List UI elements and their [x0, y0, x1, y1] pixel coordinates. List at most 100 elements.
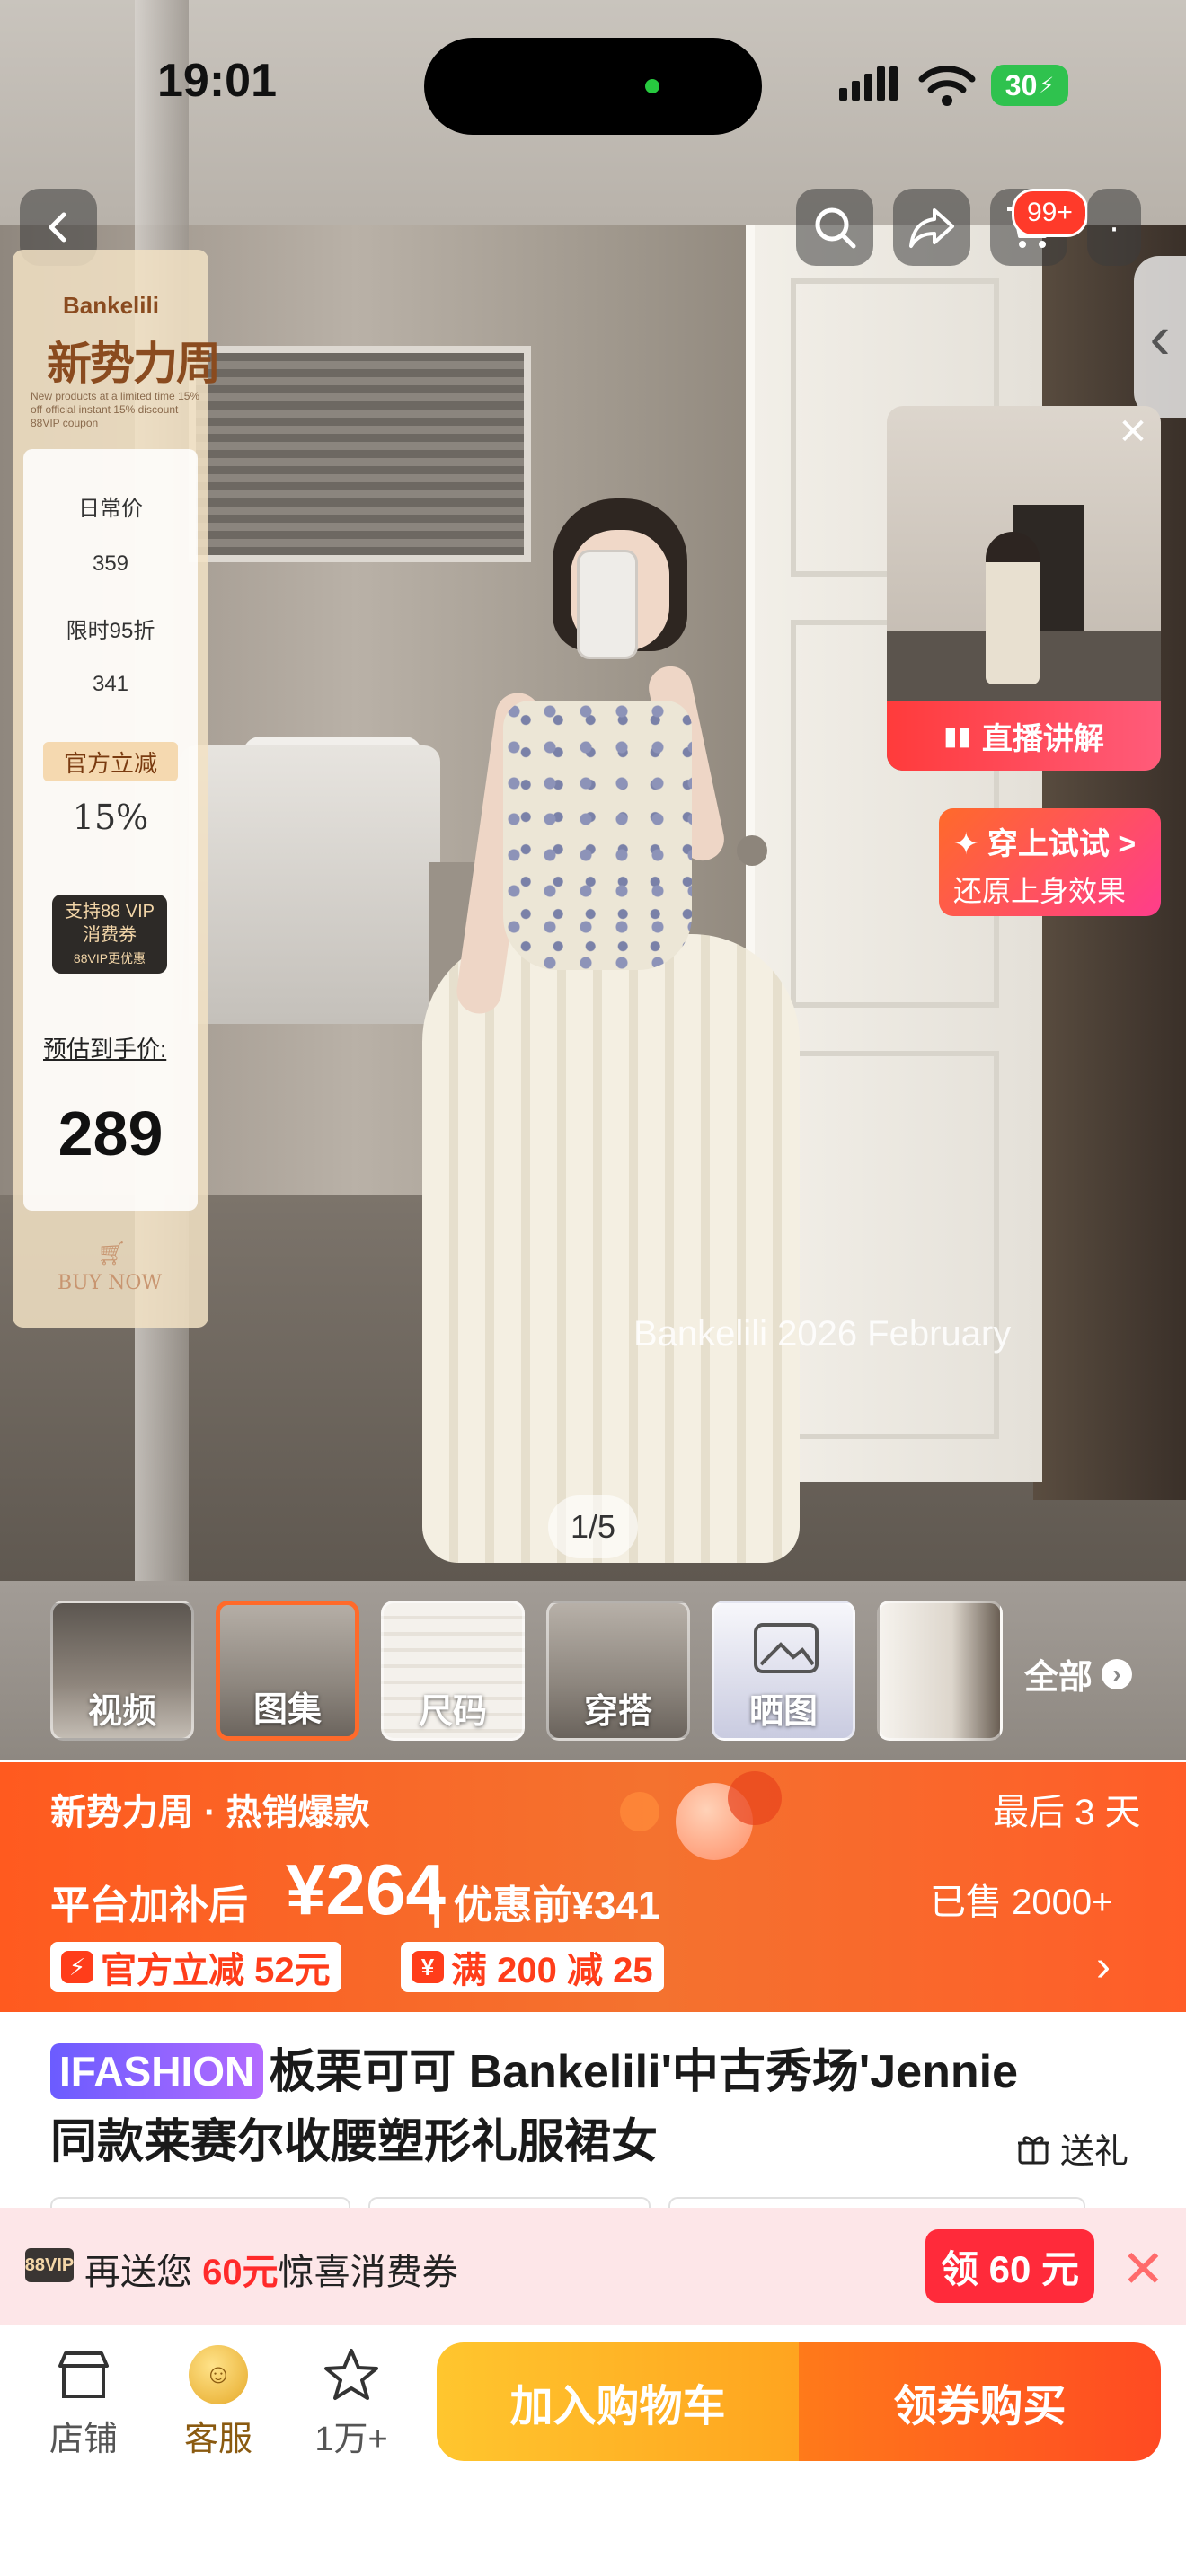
vip-text-post: 惊喜消费券: [278, 2253, 458, 2292]
limited-price-value: 341: [92, 672, 129, 696]
dynamic-island: [424, 38, 762, 135]
photo-bed: [180, 745, 440, 1024]
chip-label: 官方立减 52元: [101, 1951, 331, 1990]
search-button[interactable]: [796, 189, 873, 266]
gift-button[interactable]: 送礼: [1015, 2123, 1128, 2173]
photo-phone: [577, 550, 638, 659]
vip-logo: 88VIP: [25, 2248, 74, 2282]
daily-price-value: 359: [92, 551, 129, 576]
try-on-button[interactable]: ✦ 穿上试试 > 还原上身效果: [939, 808, 1161, 916]
chevron-left-icon: [49, 212, 66, 243]
share-button[interactable]: [893, 189, 970, 266]
claim-coupon-button[interactable]: 领 60 元: [925, 2229, 1094, 2303]
limited-discount-label: 限时95折: [66, 619, 155, 643]
gift-icon: [1018, 2136, 1049, 2164]
photo-window: [189, 346, 531, 562]
decor-ball: [728, 1771, 782, 1825]
estimated-price-label: 预估到手价:: [43, 1036, 167, 1063]
sold-count: 已售 2000+: [930, 1883, 1113, 1922]
thumb-label: 尺码: [418, 1693, 487, 1731]
photo-watermark: Bankelili 2026 February: [633, 1314, 1012, 1354]
cart-icon: 🛒︎: [97, 1239, 128, 1266]
try-on-title: ✦ 穿上试试 >: [953, 827, 1137, 861]
ifashion-tag: IFASHION: [50, 2043, 264, 2099]
chevron-right-icon: ›: [1102, 1658, 1133, 1689]
thumb-outfit[interactable]: 穿搭: [546, 1601, 690, 1741]
thumb-extra[interactable]: [877, 1601, 1003, 1741]
chip-label: 满 200 减 25: [451, 1951, 653, 1990]
vip-banner-text: 再送您 60元惊喜消费券: [84, 2243, 458, 2295]
try-on-subtitle: 还原上身效果: [953, 875, 1127, 907]
buy-with-coupon-button[interactable]: 领券购买: [799, 2342, 1161, 2461]
live-explain-bar: ▮▮ 直播讲解: [887, 701, 1161, 771]
close-icon[interactable]: ✕: [1121, 2238, 1165, 2299]
add-to-cart-button[interactable]: 加入购物车: [437, 2342, 799, 2461]
wifi-icon: [918, 65, 976, 112]
side-drawer-handle[interactable]: ‹: [1134, 256, 1186, 418]
favorite-button[interactable]: 1万+: [293, 2339, 410, 2460]
promo-price-label: 平台加补后: [50, 1883, 248, 1928]
official-cut-label: 官方立减: [43, 742, 178, 781]
thumb-label: 穿搭: [583, 1693, 652, 1731]
campaign-title: 新势力周: [47, 337, 221, 390]
live-bars-icon: ▮▮: [943, 721, 971, 750]
share-icon: [909, 208, 954, 248]
vip-amount: 60元: [202, 2253, 279, 2292]
estimated-price-value: 289: [58, 1098, 164, 1169]
battery-icon: 30 ⚡: [991, 65, 1068, 106]
gift-label: 送礼: [1060, 2133, 1129, 2171]
more-dots-icon: ·: [1108, 207, 1120, 247]
coupon-icon: ¥: [412, 1951, 444, 1983]
view-all-link[interactable]: 全部 ›: [1024, 1649, 1133, 1698]
close-live-icon[interactable]: ✕: [1111, 410, 1155, 454]
favorite-count: 1万+: [314, 2421, 388, 2458]
cellular-signal-icon: [839, 66, 898, 101]
brand-logo: Bankelili: [63, 292, 159, 319]
official-discount-chip: ⚡ 官方立减 52元: [50, 1942, 341, 1992]
photo-door-knob: [737, 835, 767, 866]
campaign-fine-print: New products at a limited time 15% off o…: [31, 390, 200, 429]
buy-now-link[interactable]: BUY NOW: [56, 1272, 164, 1294]
vip-coupon-chip: 支持88 VIP 消费券 88VIP更优惠: [52, 895, 167, 974]
thumb-label: 晒图: [748, 1693, 818, 1731]
lightning-icon: ⚡: [61, 1951, 93, 1983]
store-label: 店铺: [49, 2421, 118, 2458]
customer-service-button[interactable]: ☺ 客服: [160, 2339, 277, 2460]
promo-title: 新势力周 · 热销爆款: [50, 1793, 370, 1832]
vip-chip-line1: 支持88 VIP: [64, 902, 155, 922]
camera-indicator-icon: [645, 79, 659, 93]
vip-text-pre: 再送您: [84, 2253, 203, 2292]
daily-price-label: 日常价: [78, 497, 143, 521]
search-icon: [815, 207, 856, 249]
thumb-label: 视频: [87, 1693, 156, 1731]
store-icon: [25, 2339, 142, 2411]
chevron-right-icon[interactable]: ›: [1096, 1942, 1111, 1991]
vip-chip-line3: 88VIP更优惠: [73, 951, 146, 966]
photo-dress-skirt: [422, 934, 800, 1563]
promo-days-left: 最后 3 天: [993, 1793, 1141, 1832]
live-explain-label: 直播讲解: [981, 721, 1104, 756]
promo-price: ¥264: [286, 1849, 446, 1929]
thumb-size[interactable]: 尺码: [381, 1601, 525, 1741]
product-title: IFASHION 板栗可可 Bankelili'中古秀场'Jennie同款莱赛尔收…: [50, 2037, 1057, 2177]
live-stream-card[interactable]: ▮▮ 直播讲解: [887, 406, 1161, 771]
chevron-left-icon: ‹: [1149, 302, 1171, 372]
customer-service-label: 客服: [183, 2421, 252, 2458]
cta-group: 加入购物车 领券购买: [437, 2342, 1161, 2461]
coupon-chip: ¥ 满 200 减 25: [401, 1942, 664, 1992]
cart-count-badge: 99+: [1012, 189, 1088, 237]
customer-service-icon: ☺: [160, 2339, 277, 2411]
image-icon: [754, 1623, 819, 1673]
store-button[interactable]: 店铺: [25, 2339, 142, 2460]
star-icon: [293, 2339, 410, 2411]
thumb-video[interactable]: 视频: [50, 1601, 194, 1741]
vip-chip-line2: 消费券: [83, 925, 137, 945]
official-cut-value: 15%: [72, 798, 149, 837]
photo-dress-bodice: [503, 701, 692, 970]
thumb-gallery[interactable]: 图集: [216, 1601, 359, 1741]
live-model: [986, 532, 1040, 684]
more-button[interactable]: ·: [1087, 189, 1141, 266]
thumb-label: 图集: [252, 1691, 322, 1729]
thumb-reviews[interactable]: 晒图: [712, 1601, 855, 1741]
image-counter: 1/5: [548, 1495, 638, 1558]
